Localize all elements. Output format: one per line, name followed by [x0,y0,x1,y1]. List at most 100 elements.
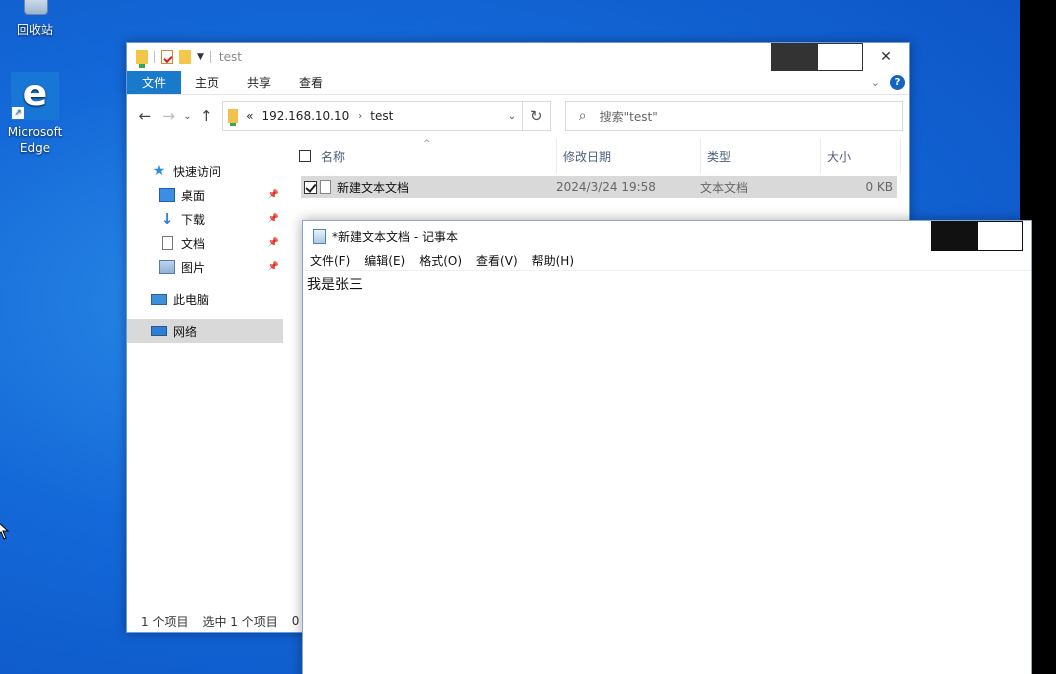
nav-documents-label: 文档 [181,236,206,251]
mouse-cursor-icon [0,523,10,540]
document-icon [162,236,173,250]
sort-caret-icon: ^ [423,139,431,149]
ribbon-tabs: 文件 主页 共享 查看 ⌄ ? [127,71,909,95]
nav-network[interactable]: 网络 [127,319,283,343]
properties-icon[interactable] [161,50,173,64]
column-type-label: 类型 [707,149,732,164]
nav-desktop[interactable]: 桌面 📌 [127,183,283,207]
menu-help[interactable]: 帮助(H) [525,252,581,269]
tab-file[interactable]: 文件 [127,71,182,94]
nav-documents[interactable]: 文档 📌 [127,231,283,255]
status-size-fragment: 0 [291,614,300,628]
breadcrumb-host[interactable]: 192.168.10.10 [261,109,349,123]
nav-pictures[interactable]: 图片 📌 [127,255,283,279]
search-icon: ⌕ [578,108,587,124]
forward-arrow-icon: → [162,107,175,125]
pin-icon: 📌 [267,262,279,272]
notepad-minimize-button[interactable] [931,221,977,251]
column-name-label: 名称 [321,149,346,164]
maximize-icon [977,221,1023,251]
notepad-menubar: 文件(F) 编辑(E) 格式(O) 查看(V) 帮助(H) [303,251,1031,271]
file-row[interactable]: 新建文本文档 2024/3/24 19:58 文本文档 0 KB [301,176,897,198]
forward-button[interactable]: → [157,104,181,128]
file-size: 0 KB [865,180,893,194]
address-dropdown-icon[interactable]: ⌄ [502,111,522,122]
nav-pictures-label: 图片 [181,260,206,275]
recent-locations-button[interactable]: ⌄ [181,104,195,128]
help-icon[interactable]: ? [890,75,905,90]
nav-network-label: 网络 [173,324,198,339]
explorer-titlebar[interactable]: ▼ test ✕ [127,43,909,71]
status-selected-count: 选中 1 个项目 [202,614,278,629]
customize-toolbar-chevron-icon[interactable]: ▼ [197,52,204,62]
minimize-icon [771,43,817,71]
chevron-down-icon: ⌄ [183,110,192,122]
file-type: 文本文档 [700,180,749,195]
pin-icon: 📌 [267,190,279,200]
recycle-bin-icon [15,0,55,18]
back-arrow-icon: ← [138,107,152,125]
close-icon: ✕ [880,49,892,65]
file-modified: 2024/3/24 19:58 [556,180,656,194]
column-size[interactable]: 大小 [821,139,901,173]
close-button[interactable]: ✕ [863,43,909,71]
folder-pin-icon [136,50,148,68]
column-modified[interactable]: 修改日期 [557,139,701,173]
nav-downloads[interactable]: ↓ 下载 📌 [127,207,283,231]
star-icon: ★ [152,163,166,179]
download-icon: ↓ [160,210,174,228]
column-modified-label: 修改日期 [563,149,612,164]
select-all-checkbox[interactable] [299,150,311,162]
status-item-count: 1 个项目 [141,614,189,629]
menu-format[interactable]: 格式(O) [412,252,469,269]
search-input[interactable]: ⌕ 搜索"test" [564,101,904,131]
desktop-folder-icon [159,188,175,202]
back-button[interactable]: ← [133,104,157,128]
column-type[interactable]: 类型 [701,139,821,173]
edge-label-line2: Edge [19,141,51,155]
notepad-title: *新建文本文档 - 记事本 [332,229,458,244]
nav-quick-access[interactable]: ★ 快速访问 [127,159,283,183]
breadcrumb-overflow[interactable]: « [246,109,253,123]
refresh-button[interactable]: ↻ [522,101,551,131]
quick-access-toolbar: ▼ [127,50,211,68]
maximize-button[interactable] [817,43,863,71]
edge-icon: e ↗ [11,72,59,120]
tab-share[interactable]: 共享 [233,71,285,94]
tab-home[interactable]: 主页 [181,71,233,94]
search-placeholder: 搜索"test" [599,109,658,124]
recycle-bin-label: 回收站 [16,23,53,37]
notepad-icon [313,228,326,244]
recycle-bin-shortcut[interactable]: 回收站 [0,0,70,38]
refresh-icon: ↻ [529,107,543,125]
breadcrumb-folder[interactable]: test [370,109,393,123]
nav-quick-access-label: 快速访问 [173,164,222,179]
menu-view[interactable]: 查看(V) [469,252,525,269]
up-arrow-icon: ↑ [199,107,213,125]
edge-label-line1: Microsoft [7,125,63,139]
nav-downloads-label: 下载 [181,212,206,227]
edge-shortcut[interactable]: e ↗ Microsoft Edge [0,72,70,156]
new-folder-icon[interactable] [179,50,191,64]
navigation-bar: ← → ⌄ ↑ « 192.168.10.10 › test ⌄ ↻ ⌕ 搜索"… [127,95,909,137]
text-file-icon [320,180,331,194]
pin-icon: 📌 [267,238,279,248]
expand-ribbon-chevron-icon[interactable]: ⌄ [871,76,880,89]
maximize-icon [817,43,863,71]
tab-view[interactable]: 查看 [285,71,337,94]
nav-this-pc[interactable]: 此电脑 [127,287,283,311]
address-bar[interactable]: « 192.168.10.10 › test ⌄ [222,101,523,131]
notepad-maximize-button[interactable] [977,221,1023,251]
toolbar-separator [154,51,155,63]
notepad-text-area[interactable]: 我是张三 [303,271,1031,674]
notepad-titlebar[interactable]: *新建文本文档 - 记事本 [303,221,1031,251]
menu-edit[interactable]: 编辑(E) [357,252,412,269]
minimize-button[interactable] [771,43,817,71]
file-row-checkbox[interactable] [304,180,317,194]
menu-file[interactable]: 文件(F) [303,252,357,269]
breadcrumb-separator-icon[interactable]: › [358,111,362,122]
file-name: 新建文本文档 [337,180,410,195]
up-button[interactable]: ↑ [194,104,218,128]
notepad-window: *新建文本文档 - 记事本 文件(F) 编辑(E) 格式(O) 查看(V) 帮助… [302,220,1032,674]
pin-icon: 📌 [267,214,279,224]
